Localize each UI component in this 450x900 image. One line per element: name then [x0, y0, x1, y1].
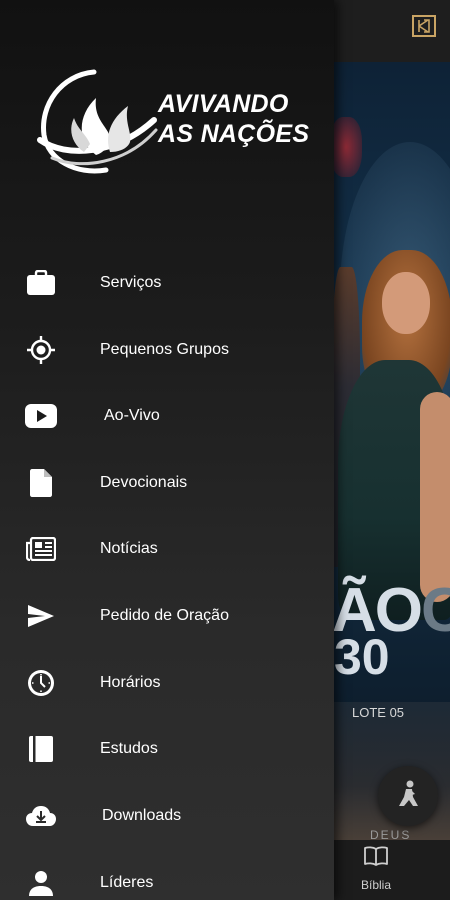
menu-item-lideres[interactable]: Líderes — [0, 855, 334, 900]
menu-item-label: Estudos — [100, 740, 158, 757]
location-target-icon — [24, 333, 58, 367]
menu-item-estudos[interactable]: Estudos — [0, 721, 334, 777]
newspaper-icon — [24, 532, 58, 566]
menu-item-label: Pedido de Oração — [100, 607, 229, 624]
play-video-icon — [24, 399, 58, 433]
book-icon — [24, 732, 58, 766]
person-icon — [24, 866, 58, 900]
menu-item-label: Pequenos Grupos — [100, 341, 229, 358]
logo-text-line2: AS NAÇÕES — [158, 120, 310, 148]
tab-bible[interactable]: Bíblia — [350, 845, 402, 895]
menu-item-downloads[interactable]: Downloads — [0, 788, 334, 844]
clock-icon — [24, 666, 58, 700]
prayer-fab-button[interactable] — [378, 766, 438, 826]
banner-footer-text: DEUS — [370, 828, 412, 840]
menu-item-label: Horários — [100, 674, 161, 691]
logo-text-line1: AVIVANDO — [158, 90, 289, 118]
flame-globe-logo-icon — [37, 69, 158, 174]
tab-bible-label: Bíblia — [360, 878, 392, 892]
send-icon — [24, 599, 58, 633]
banner-lote-text: LOTE 05 — [352, 705, 405, 720]
menu-item-label: Ao-Vivo — [104, 407, 160, 424]
menu-item-label: Notícias — [100, 540, 158, 557]
navigation-drawer: AVIVANDO AS NAÇÕES Serviços Pequenos Gru… — [0, 0, 334, 900]
menu-item-pedido-de-oracao[interactable]: Pedido de Oração — [0, 588, 334, 644]
open-book-icon — [363, 845, 389, 872]
menu-item-pequenos-grupos[interactable]: Pequenos Grupos — [0, 322, 334, 378]
brand-badge-icon — [412, 15, 436, 37]
menu-item-noticias[interactable]: Notícias — [0, 521, 334, 577]
menu-item-ao-vivo[interactable]: Ao-Vivo — [0, 388, 334, 444]
menu-item-label: Líderes — [100, 874, 154, 891]
menu-item-label: Serviços — [100, 274, 162, 291]
document-icon — [24, 466, 58, 500]
menu-item-devocionais[interactable]: Devocionais — [0, 455, 334, 511]
menu-item-label: Downloads — [102, 807, 182, 824]
menu-item-horarios[interactable]: Horários — [0, 655, 334, 711]
menu-item-label: Devocionais — [100, 474, 188, 491]
briefcase-icon — [24, 266, 58, 300]
praying-person-icon — [394, 779, 422, 814]
church-logo: AVIVANDO AS NAÇÕES — [36, 60, 310, 188]
menu-item-servicos[interactable]: Serviços — [0, 255, 334, 311]
banner-subheadline: 30 — [334, 629, 390, 685]
cloud-download-icon — [24, 799, 58, 833]
